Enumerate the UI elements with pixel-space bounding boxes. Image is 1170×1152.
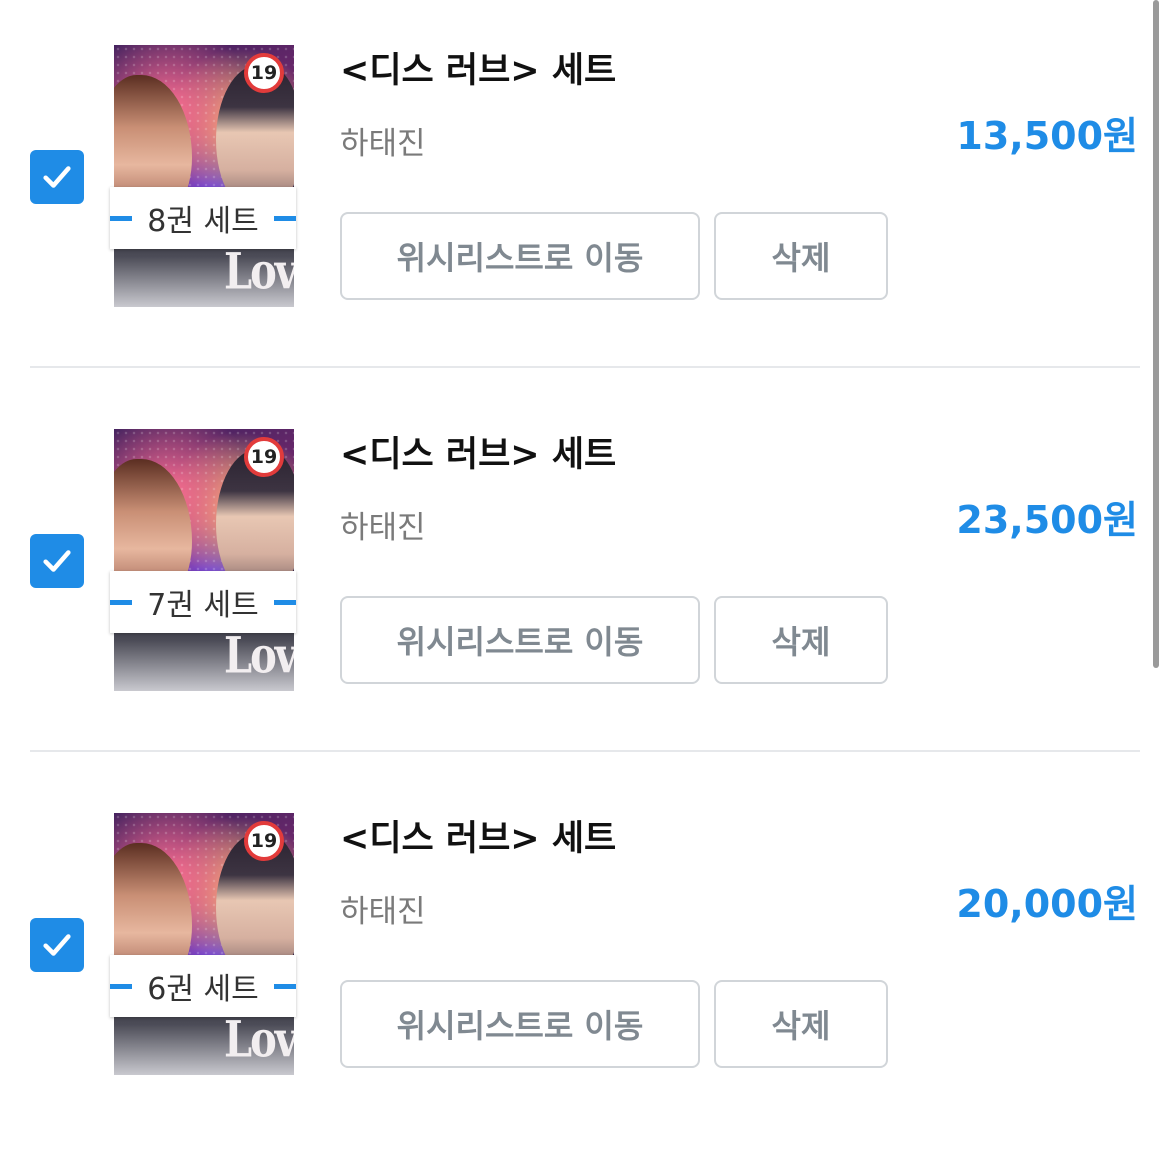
book-cover[interactable]: Love 19 [114, 429, 294, 691]
book-price: 13,500원 [956, 114, 1138, 158]
age-19-icon: 19 [244, 821, 284, 861]
delete-button[interactable]: 삭제 [714, 980, 888, 1068]
badge-dash [110, 216, 132, 221]
badge-dash [274, 984, 296, 989]
set-count-label: 6권 세트 [147, 972, 259, 1007]
set-count-badge: 7권 세트 [110, 571, 296, 633]
book-cover[interactable]: Love 19 [114, 45, 294, 307]
delete-button[interactable]: 삭제 [714, 596, 888, 684]
badge-dash [274, 600, 296, 605]
book-title[interactable]: <디스 러브> 세트 [340, 426, 616, 477]
age-19-icon: 19 [244, 53, 284, 93]
book-price: 20,000원 [956, 882, 1138, 926]
item-checkbox[interactable] [30, 918, 84, 972]
book-author: 하태진 [340, 126, 426, 162]
set-count-badge: 8권 세트 [110, 187, 296, 249]
book-title[interactable]: <디스 러브> 세트 [340, 810, 616, 861]
scrollbar[interactable] [1153, 0, 1159, 668]
divider [30, 366, 1140, 368]
age-19-icon: 19 [244, 437, 284, 477]
checkmark-icon [43, 934, 71, 956]
badge-dash [274, 216, 296, 221]
book-cover[interactable]: Love 19 [114, 813, 294, 1075]
set-count-badge: 6권 세트 [110, 955, 296, 1017]
item-checkbox[interactable] [30, 150, 84, 204]
cover-logo: Love [224, 1010, 294, 1069]
book-author: 하태진 [340, 510, 426, 546]
cover-logo: Love [224, 626, 294, 685]
cover-logo: Love [224, 242, 294, 301]
set-count-label: 7권 세트 [147, 588, 259, 623]
badge-dash [110, 600, 132, 605]
checkmark-icon [43, 166, 71, 188]
book-author: 하태진 [340, 894, 426, 930]
checkmark-icon [43, 550, 71, 572]
delete-button[interactable]: 삭제 [714, 212, 888, 300]
cart-item: Love 19 7권 세트 <디스 러브> 세트 하태진 23,500원 위시리… [0, 384, 1170, 768]
move-to-wishlist-button[interactable]: 위시리스트로 이동 [340, 980, 700, 1068]
badge-dash [110, 984, 132, 989]
set-count-label: 8권 세트 [147, 204, 259, 239]
book-price: 23,500원 [956, 498, 1138, 542]
move-to-wishlist-button[interactable]: 위시리스트로 이동 [340, 596, 700, 684]
cart-item: Love 19 6권 세트 <디스 러브> 세트 하태진 20,000원 위시리… [0, 768, 1170, 1152]
item-checkbox[interactable] [30, 534, 84, 588]
cart-item: Love 19 8권 세트 <디스 러브> 세트 하태진 13,500원 위시리… [0, 0, 1170, 384]
book-title[interactable]: <디스 러브> 세트 [340, 42, 616, 93]
move-to-wishlist-button[interactable]: 위시리스트로 이동 [340, 212, 700, 300]
divider [30, 750, 1140, 752]
